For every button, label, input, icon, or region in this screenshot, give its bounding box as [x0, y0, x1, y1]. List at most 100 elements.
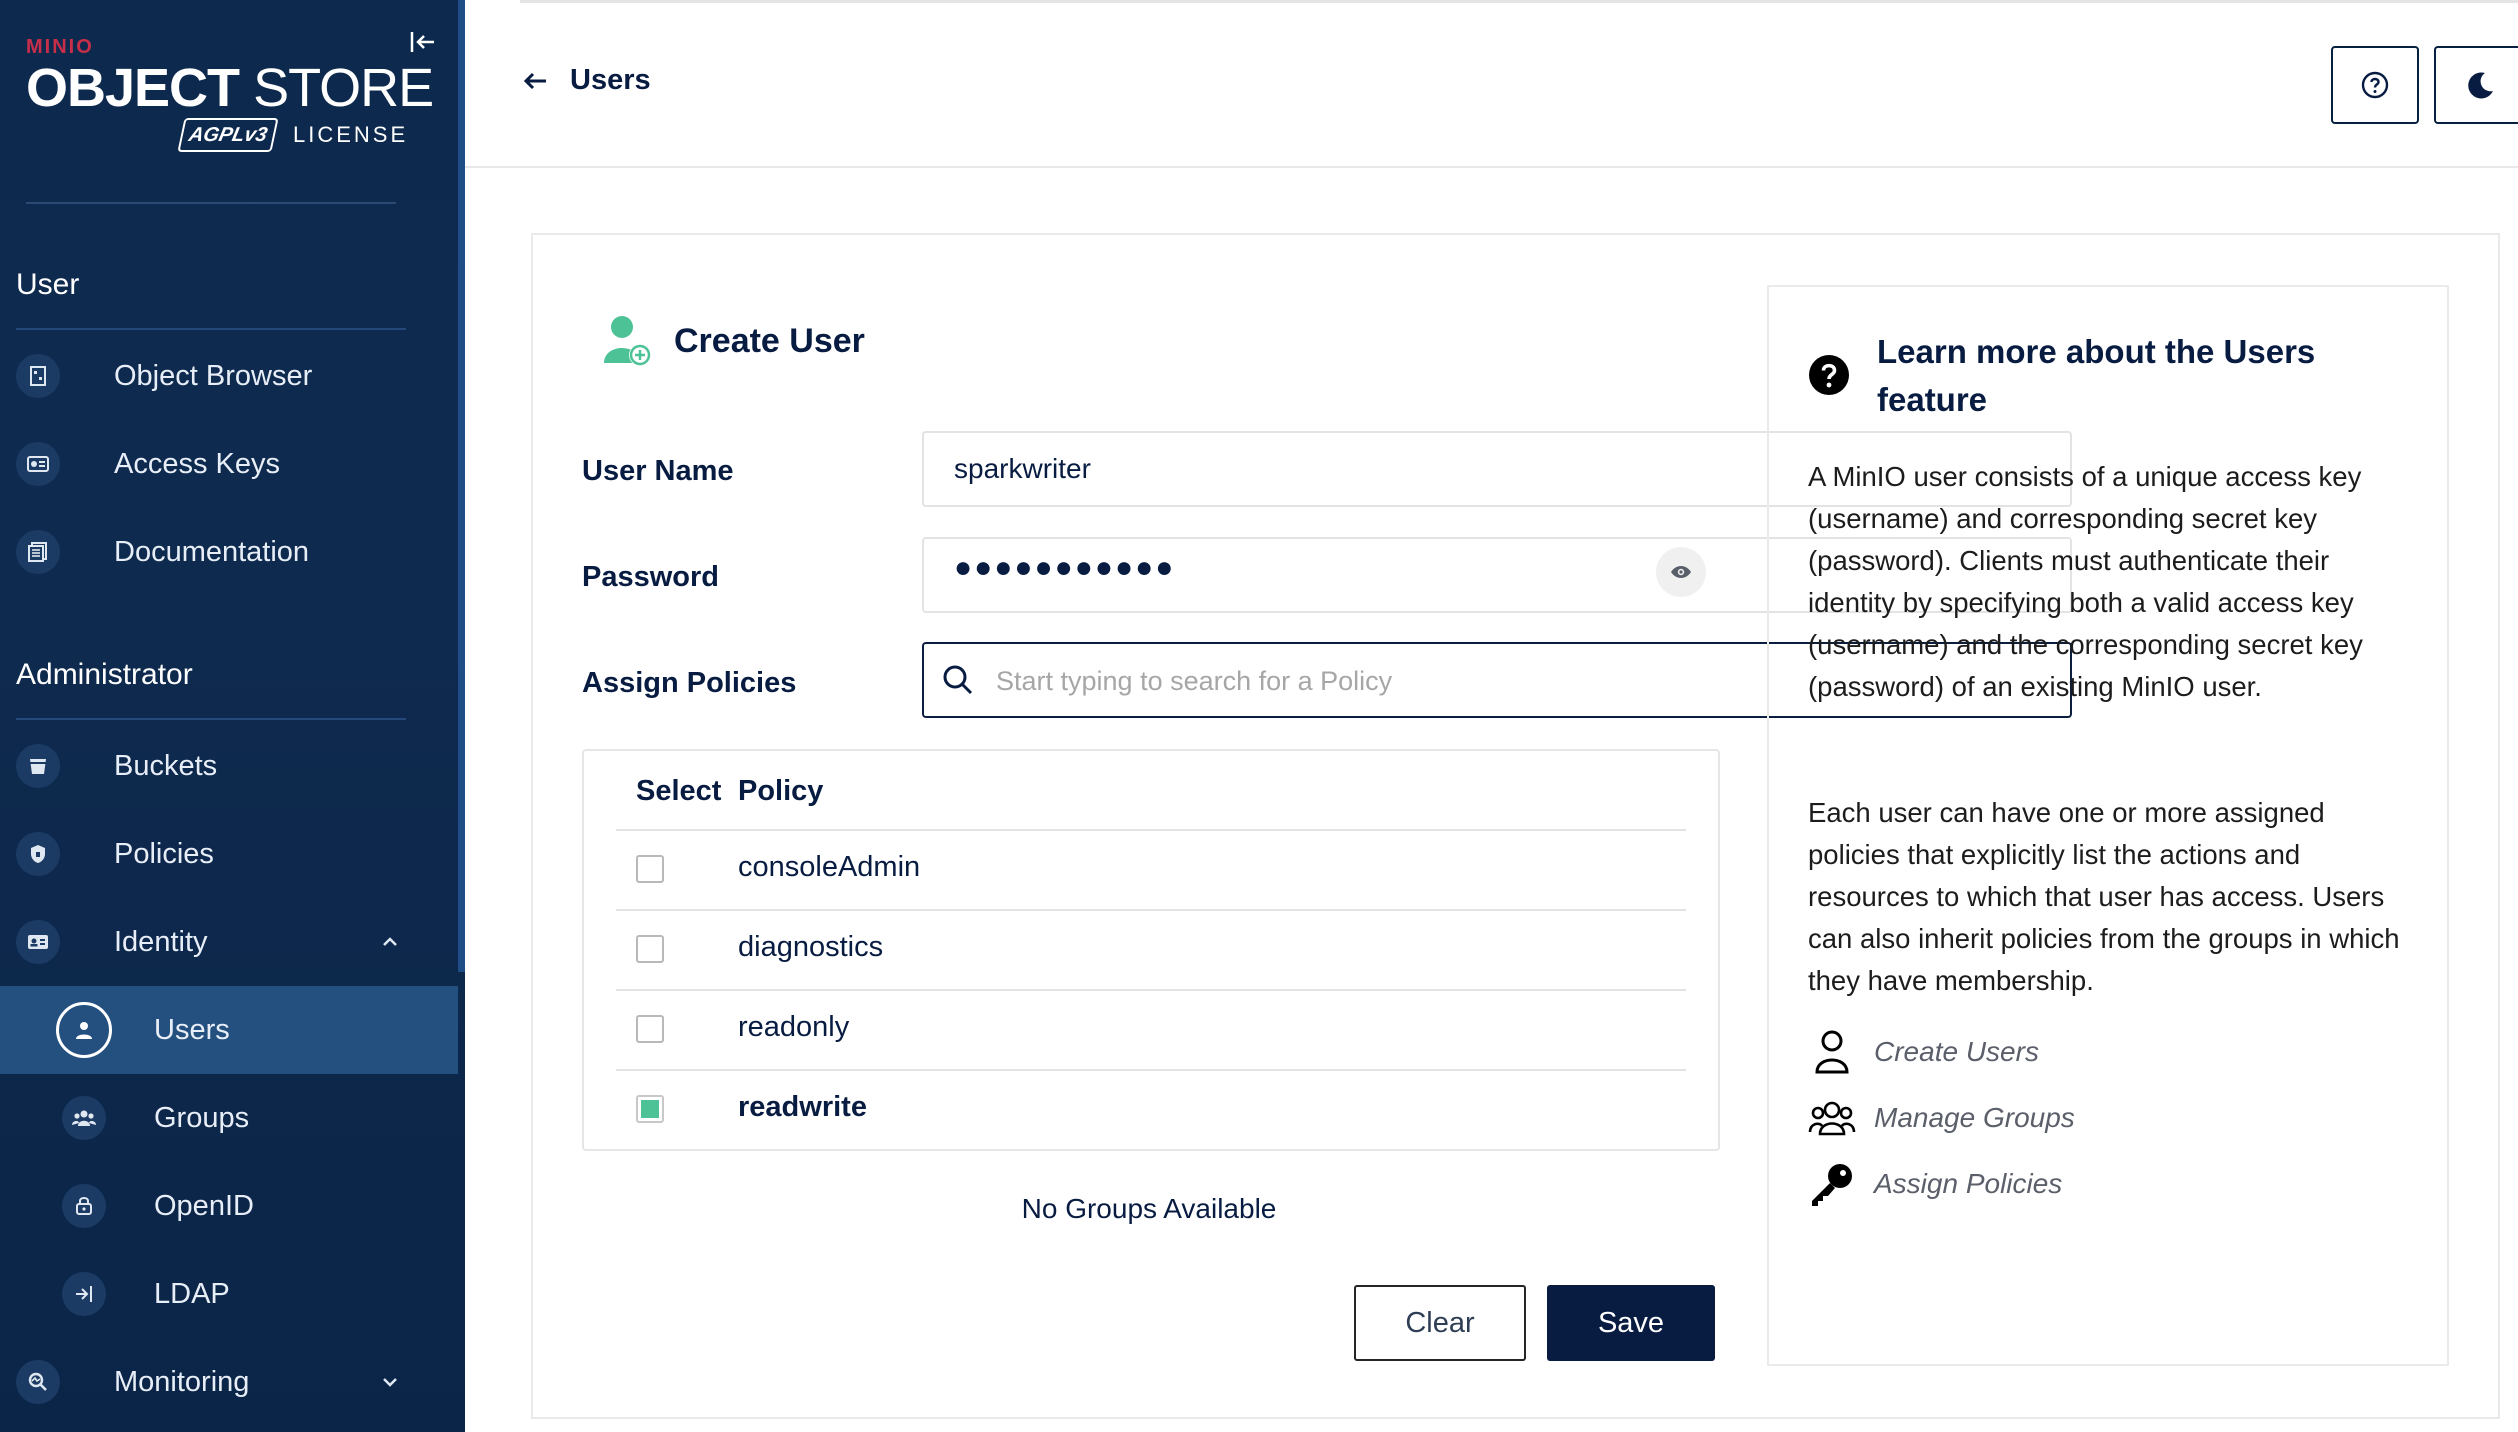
help-title: Learn more about the Users feature: [1877, 333, 2316, 418]
clear-button[interactable]: Clear: [1354, 1285, 1526, 1361]
policy-name: consoleAdmin: [738, 851, 921, 883]
policy-checkbox[interactable]: [636, 1015, 664, 1043]
add-user-icon: [604, 316, 651, 366]
table-row[interactable]: consoleAdmin: [616, 829, 1686, 911]
search-icon: [943, 665, 973, 695]
sidebar-item-ldap[interactable]: LDAP: [0, 1250, 458, 1338]
help-button[interactable]: [2331, 46, 2419, 124]
collapse-sidebar-icon[interactable]: [408, 28, 436, 56]
sidebar-item-buckets[interactable]: Buckets: [0, 722, 458, 810]
logo-company: MINIO: [26, 36, 94, 58]
table-row[interactable]: readonly: [616, 989, 1686, 1071]
policy-name: readonly: [738, 1011, 850, 1043]
help-link-manage-groups[interactable]: Manage Groups: [1808, 1094, 2075, 1142]
table-row[interactable]: readwrite: [616, 1069, 1686, 1151]
license-label: LICENSE: [293, 122, 409, 147]
help-link-label: Manage Groups: [1874, 1102, 2075, 1133]
table-row[interactable]: diagnostics: [616, 909, 1686, 991]
sidebar-item-object-browser[interactable]: Object Browser: [0, 332, 458, 420]
logo-product-thin: STORE: [253, 58, 434, 118]
help-link-create-users[interactable]: Create Users: [1808, 1028, 2039, 1076]
question-circle-icon: [1809, 355, 1849, 395]
logo-divider: [26, 202, 396, 204]
section-divider: [16, 718, 406, 720]
help-circle-icon: [2361, 71, 2389, 99]
sidebar-item-openid[interactable]: OpenID: [0, 1162, 458, 1250]
password-label: Password: [582, 561, 719, 593]
identity-icon: [16, 920, 60, 964]
sidebar-item-label: Monitoring: [114, 1365, 250, 1398]
logo-product-bold: OBJECT: [26, 58, 240, 118]
openid-icon: [62, 1184, 106, 1228]
object-browser-icon: [16, 354, 60, 398]
agpl-badge: AGPLv3: [177, 118, 279, 152]
sidebar-item-identity[interactable]: Identity: [0, 898, 458, 986]
policy-checkbox-checked[interactable]: [636, 1095, 664, 1123]
chevron-up-icon[interactable]: [378, 930, 402, 954]
section-divider: [16, 328, 406, 330]
help-link-assign-policies[interactable]: Assign Policies: [1808, 1160, 2062, 1208]
eye-icon: [1671, 566, 1691, 578]
username-label: User Name: [582, 455, 734, 487]
monitoring-icon: [16, 1360, 60, 1404]
sidebar-item-label: Policies: [114, 837, 214, 870]
sidebar-item-label: Buckets: [114, 749, 218, 782]
arrow-left-icon: [523, 72, 546, 89]
sidebar-item-label: LDAP: [154, 1277, 230, 1310]
documentation-icon: [16, 530, 60, 574]
assign-policies-label: Assign Policies: [582, 667, 797, 699]
sidebar-item-label: Access Keys: [114, 447, 280, 480]
section-user: User: [16, 268, 80, 301]
logo-product: OBJECT STORE: [26, 58, 434, 118]
sidebar-item-label: Users: [154, 1013, 230, 1046]
sidebar: MINIO OBJECT STORE AGPLv3 LICENSE User O…: [0, 0, 465, 1432]
toggle-password-visibility[interactable]: [1656, 547, 1706, 597]
user-icon: [56, 1002, 112, 1058]
groups-outline-icon: [1808, 1094, 1856, 1142]
help-link-label: Create Users: [1874, 1036, 2039, 1067]
page-title: Create User: [674, 321, 865, 360]
buckets-icon: [16, 744, 60, 788]
sidebar-item-users[interactable]: Users: [0, 986, 458, 1074]
help-paragraph-1: A MinIO user consists of a unique access…: [1808, 461, 2363, 702]
help-link-label: Assign Policies: [1874, 1168, 2063, 1199]
sidebar-item-label: Documentation: [114, 535, 310, 568]
sidebar-item-label: Groups: [154, 1101, 250, 1134]
chevron-down-icon[interactable]: [378, 1370, 402, 1394]
moon-icon: [2468, 72, 2493, 99]
policy-name: diagnostics: [738, 931, 884, 963]
policy-checkbox[interactable]: [636, 855, 664, 883]
policy-checkbox[interactable]: [636, 935, 664, 963]
sidebar-item-label: OpenID: [154, 1189, 254, 1222]
page-header: [465, 0, 2518, 168]
no-groups-message: No Groups Available: [1021, 1193, 1277, 1224]
save-button[interactable]: Save: [1547, 1285, 1715, 1361]
section-administrator: Administrator: [16, 658, 193, 691]
user-outline-icon: [1808, 1028, 1856, 1076]
column-header-policy: Policy: [738, 775, 824, 807]
sidebar-item-groups[interactable]: Groups: [0, 1074, 458, 1162]
sidebar-scrollbar[interactable]: [458, 0, 465, 972]
key-icon: [1808, 1160, 1856, 1208]
license-row: AGPLv3 LICENSE: [177, 118, 409, 152]
sidebar-item-documentation[interactable]: Documentation: [0, 508, 458, 596]
policies-icon: [16, 832, 60, 876]
help-paragraph-2: Each user can have one or more assigned …: [1808, 797, 2400, 996]
minio-logo[interactable]: MINIO OBJECT STORE AGPLv3 LICENSE: [26, 36, 434, 152]
form-title: Create User: [602, 313, 865, 369]
password-value: ●●●●●●●●●●●: [954, 551, 1176, 584]
sidebar-item-policies[interactable]: Policies: [0, 810, 458, 898]
access-keys-icon: [16, 442, 60, 486]
policy-name: readwrite: [738, 1091, 867, 1123]
sidebar-item-label: Identity: [114, 925, 208, 958]
policies-table: Select Policy consoleAdmin diagnostics r…: [582, 749, 1720, 1151]
column-header-select: Select: [636, 775, 722, 807]
sidebar-item-access-keys[interactable]: Access Keys: [0, 420, 458, 508]
theme-toggle-button[interactable]: [2434, 46, 2518, 124]
groups-icon: [62, 1096, 106, 1140]
sidebar-item-label: Object Browser: [114, 359, 313, 392]
breadcrumb-users: Users: [570, 64, 651, 96]
ldap-icon: [62, 1272, 106, 1316]
sidebar-item-monitoring[interactable]: Monitoring: [0, 1338, 458, 1426]
back-link[interactable]: Users: [522, 64, 651, 97]
